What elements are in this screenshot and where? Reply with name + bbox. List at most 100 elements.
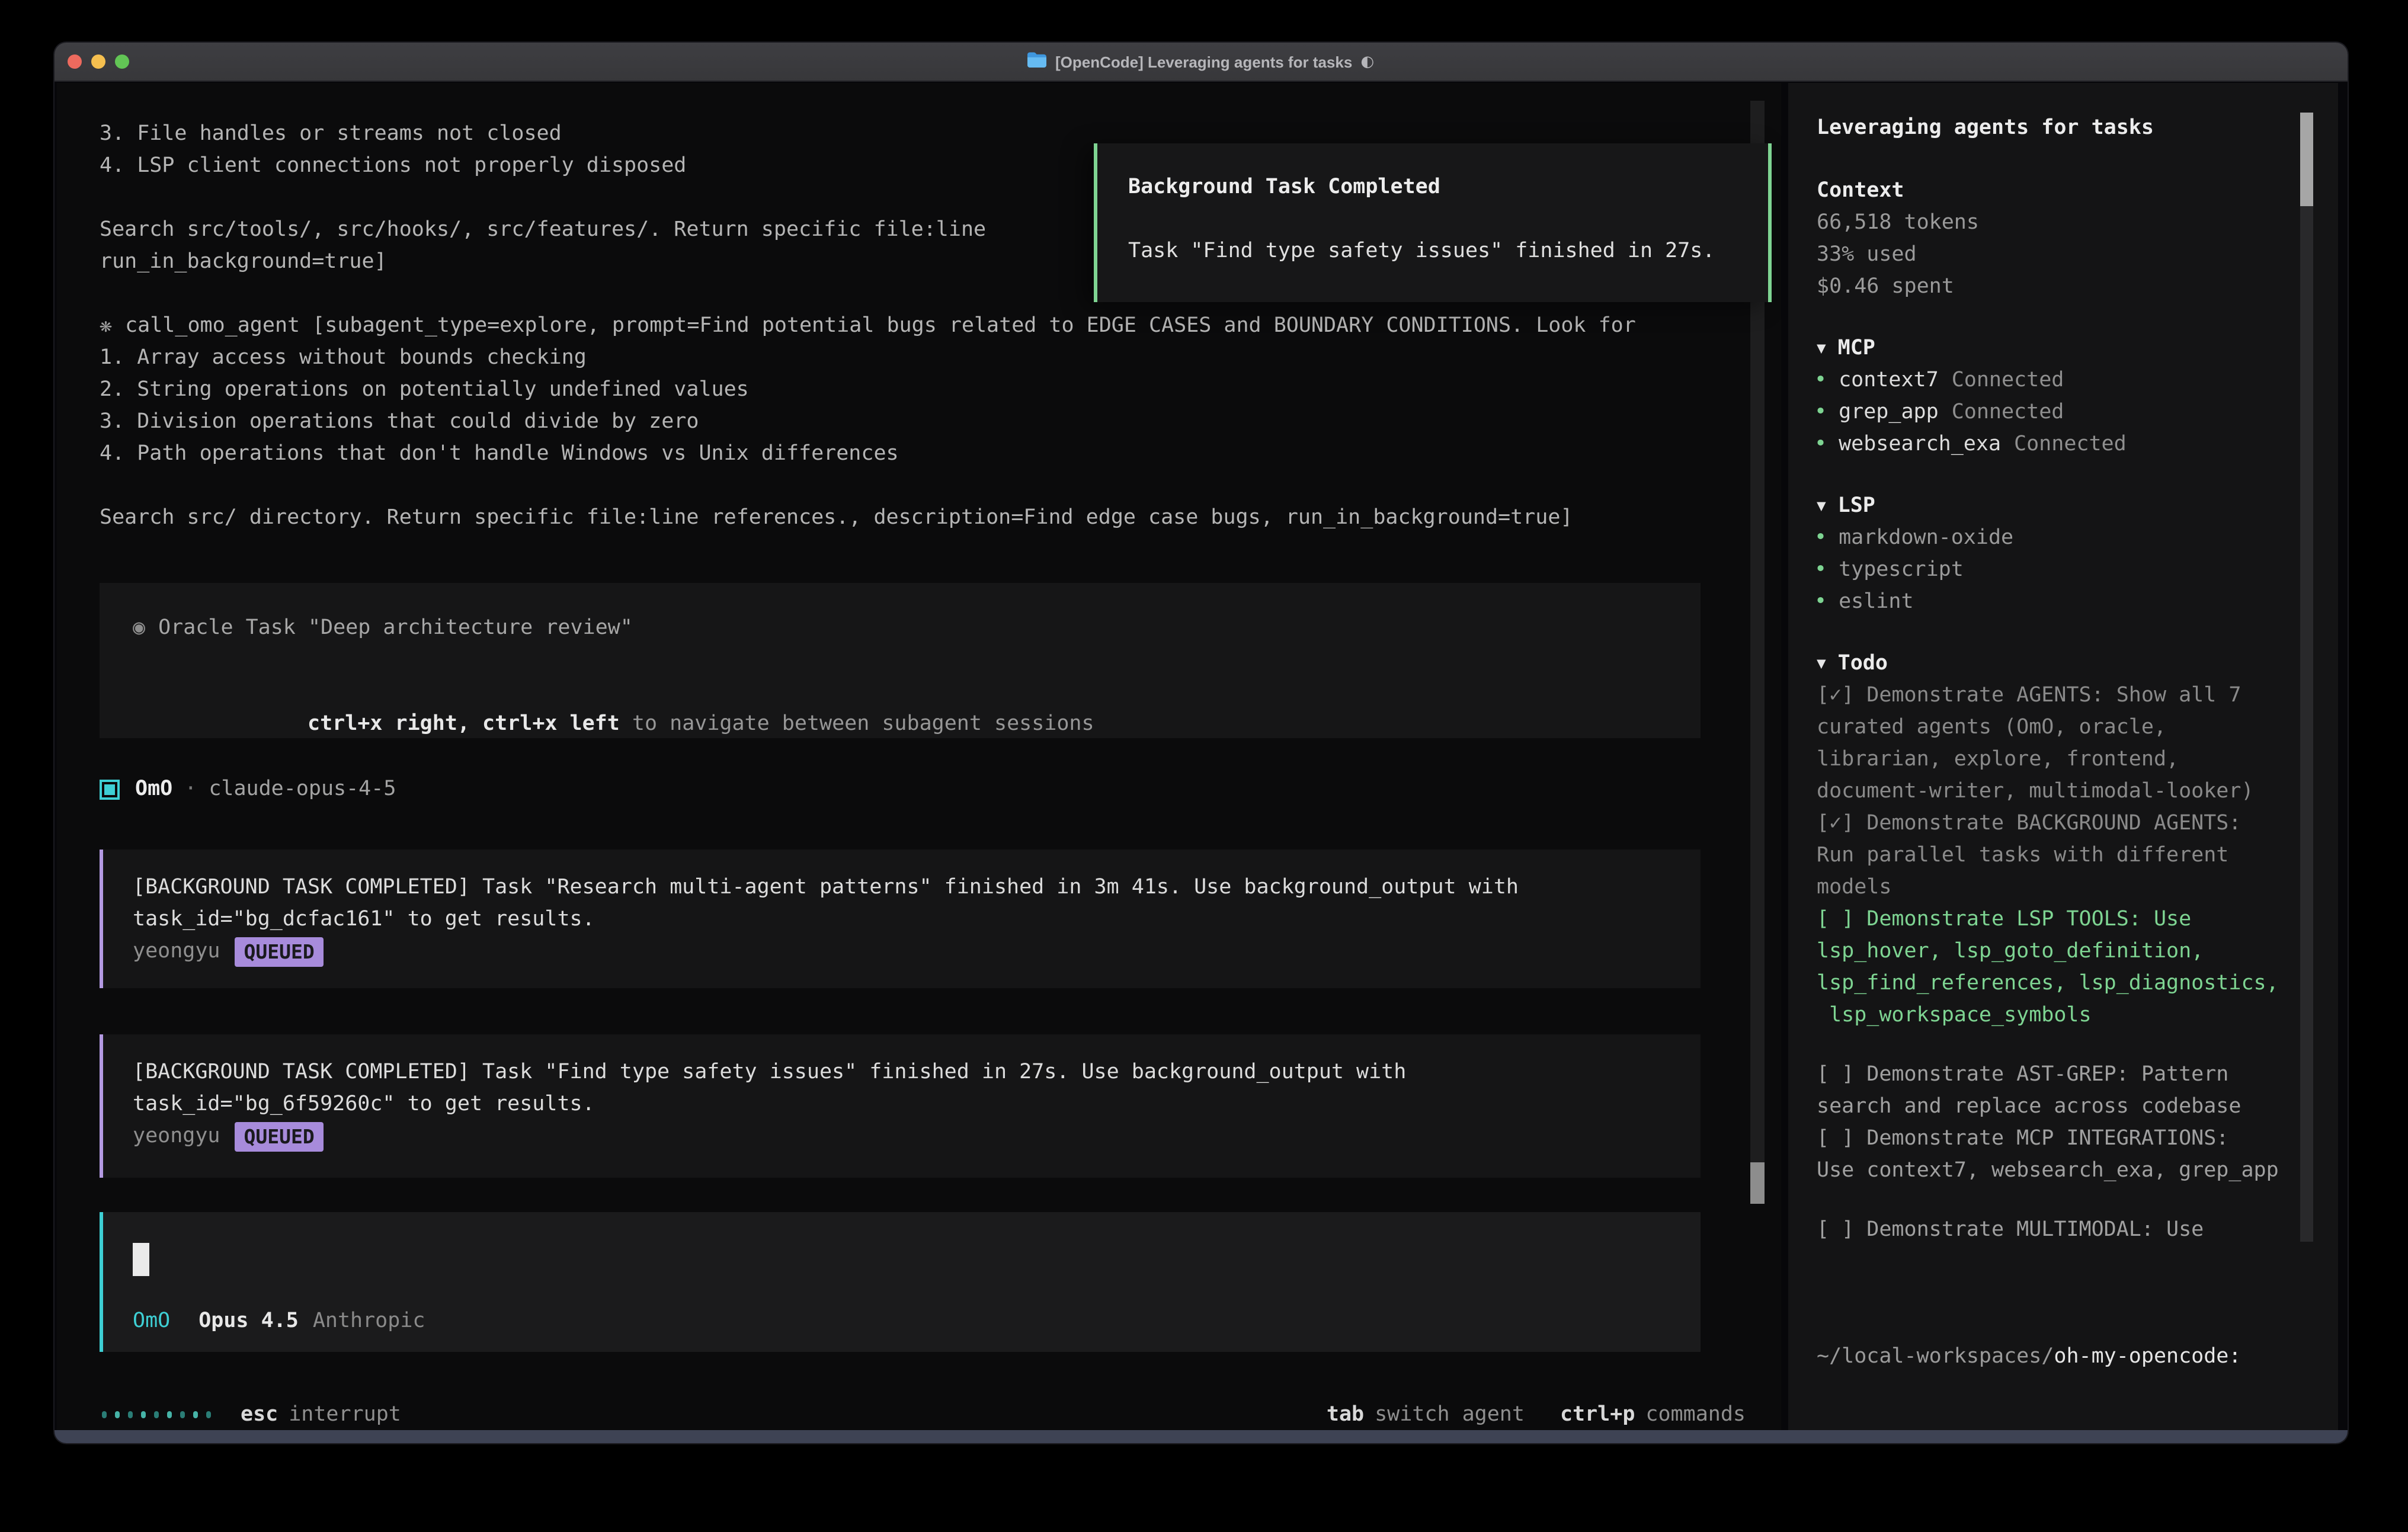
- todo-item-done: [✓] Demonstrate AGENTS: Show all 7 curat…: [1817, 680, 2314, 808]
- agent-swatch-icon: [100, 780, 120, 800]
- tab-key-hint: tab: [1327, 1402, 1364, 1426]
- agent-name: OmO: [135, 774, 172, 806]
- session-title: Leveraging agents for tasks: [1817, 113, 2314, 145]
- tool-call-block: ❋ call_omo_agent [subagent_type=explore,…: [100, 310, 1701, 534]
- mcp-item: • context7 Connected: [1817, 365, 2314, 397]
- lsp-item: • eslint: [1817, 586, 2314, 618]
- message-meta: yeongyu QUEUED: [133, 1121, 1667, 1153]
- todo-line: lsp_find_references, lsp_diagnostics,: [1817, 968, 2314, 1000]
- spinner-dots-icon: [102, 1411, 219, 1418]
- commands-key-label: commands: [1645, 1402, 1746, 1426]
- oracle-task-title: Oracle Task "Deep architecture review": [158, 613, 633, 645]
- section-mcp[interactable]: ▼ MCP: [1817, 333, 2314, 365]
- bullet-icon: •: [1814, 365, 1827, 397]
- screen: [OpenCode] Leveraging agents for tasks ◐…: [0, 0, 2408, 1532]
- agent-model: claude-opus-4-5: [209, 774, 396, 806]
- app-window: [OpenCode] Leveraging agents for tasks ◐…: [55, 43, 2348, 1443]
- main-scrollbar-thumb[interactable]: [1750, 1162, 1765, 1204]
- message-author: yeongyu: [133, 1121, 220, 1153]
- hint-keys: ctrl+x right, ctrl+x left: [308, 712, 620, 736]
- bullet-icon: •: [1814, 523, 1827, 555]
- todo-item-pending: [ ] Demonstrate MCP INTEGRATIONS: Use co…: [1817, 1123, 2314, 1187]
- terminal-line: Search src/ directory. Return specific f…: [100, 502, 1701, 534]
- section-lsp[interactable]: ▼ LSP: [1817, 491, 2314, 523]
- status-badge: QUEUED: [235, 1122, 324, 1152]
- prompt-input[interactable]: OmO Opus 4.5 Anthropic: [100, 1212, 1701, 1352]
- window-title-group: [OpenCode] Leveraging agents for tasks ◐: [55, 43, 2348, 81]
- tab-key-group: tab switch agent: [1327, 1402, 1525, 1426]
- terminal-line: 3. Division operations that could divide…: [100, 406, 1701, 438]
- mcp-heading: MCP: [1838, 333, 1875, 365]
- todo-line: curated agents (OmO, oracle,: [1817, 712, 2314, 744]
- todo-item-active: [ ] Demonstrate LSP TOOLS: Use lsp_hover…: [1817, 904, 2314, 1032]
- folder-icon: [1028, 52, 1047, 71]
- chevron-down-icon: ▼: [1817, 333, 1826, 365]
- todo-line: lsp_workspace_symbols: [1817, 1000, 2314, 1032]
- tool-call-text: call_omo_agent [subagent_type=explore, p…: [125, 310, 1636, 342]
- window-title: [OpenCode] Leveraging agents for tasks: [1055, 53, 1352, 70]
- context-spent: $0.46 spent: [1817, 271, 2314, 303]
- esc-key-label: interrupt: [289, 1402, 401, 1426]
- todo-heading: Todo: [1838, 648, 1888, 680]
- lsp-item: • typescript: [1817, 555, 2314, 586]
- commands-key-group: ctrl+p commands: [1560, 1402, 1746, 1426]
- todo-line: librarian, explore, frontend,: [1817, 744, 2314, 776]
- workspace-repo: oh-my-opencode:: [2054, 1345, 2241, 1368]
- workspace-prefix: ~/local-workspaces/: [1817, 1345, 2054, 1368]
- hint-text: to navigate between subagent sessions: [620, 712, 1094, 736]
- status-bar: esc interrupt tab switch agent ctrl+p co…: [102, 1398, 1746, 1430]
- oracle-task-title-row: ◉ Oracle Task "Deep architecture review": [133, 613, 1667, 645]
- todo-line: lsp_hover, lsp_goto_definition,: [1817, 936, 2314, 968]
- todo-line: [ ] Demonstrate MULTIMODAL: Use: [1817, 1214, 2314, 1246]
- message-meta: yeongyu QUEUED: [133, 936, 1667, 968]
- bullet-icon: •: [1814, 429, 1827, 461]
- sidebar-scrollbar[interactable]: [2300, 113, 2313, 1242]
- status-badge: QUEUED: [235, 937, 324, 967]
- text-cursor: [133, 1243, 149, 1276]
- todo-line: Use context7, websearch_exa, grep_app: [1817, 1155, 2314, 1187]
- todo-item-done: [✓] Demonstrate BACKGROUND AGENTS: Run p…: [1817, 808, 2314, 904]
- context-tokens: 66,518 tokens: [1817, 207, 2314, 239]
- window-content: 3. File handles or streams not closed 4.…: [55, 83, 2348, 1430]
- input-model-name: Opus 4.5: [198, 1306, 299, 1338]
- lsp-name: eslint: [1839, 586, 1913, 618]
- message-line: task_id="bg_dcfac161" to get results.: [133, 904, 1667, 936]
- notification-title: Background Task Completed: [1128, 172, 1737, 204]
- esc-key-hint: esc: [241, 1402, 278, 1426]
- gear-icon: ❋: [100, 310, 112, 342]
- notification-body: Task "Find type safety issues" finished …: [1128, 236, 1737, 268]
- tool-call-header: ❋ call_omo_agent [subagent_type=explore,…: [100, 310, 1701, 342]
- message-line: [BACKGROUND TASK COMPLETED] Task "Resear…: [133, 872, 1667, 904]
- lsp-item: • markdown-oxide: [1817, 523, 2314, 555]
- section-todo[interactable]: ▼ Todo: [1817, 648, 2314, 680]
- bullet-icon: •: [1814, 586, 1827, 618]
- model-indicator: OmO Opus 4.5 Anthropic: [133, 1306, 1667, 1338]
- background-task-message: [BACKGROUND TASK COMPLETED] Task "Resear…: [100, 850, 1701, 988]
- oracle-task-card: ◉ Oracle Task "Deep architecture review"…: [100, 583, 1701, 738]
- chevron-down-icon: ▼: [1817, 491, 1826, 523]
- session-sidebar: Leveraging agents for tasks Context 66,5…: [1788, 83, 2338, 1430]
- workspace-path: ~/local-workspaces/oh-my-opencode: maste…: [1817, 1277, 2314, 1430]
- input-agent-name: OmO: [133, 1306, 170, 1338]
- lsp-name: typescript: [1839, 555, 1964, 586]
- mcp-name: grep_app: [1839, 397, 1939, 429]
- todo-line: search and replace across codebase: [1817, 1091, 2314, 1123]
- message-author: yeongyu: [133, 936, 220, 968]
- context-used: 33% used: [1817, 239, 2314, 271]
- background-task-message: [BACKGROUND TASK COMPLETED] Task "Find t…: [100, 1034, 1701, 1178]
- todo-line: [✓] Demonstrate AGENTS: Show all 7: [1817, 680, 2314, 712]
- message-line: [BACKGROUND TASK COMPLETED] Task "Find t…: [133, 1057, 1667, 1089]
- agent-session-header: OmO · claude-opus-4-5: [100, 774, 1701, 806]
- terminal-line: 4. Path operations that don't handle Win…: [100, 438, 1701, 470]
- progress-icon: ◐: [1360, 53, 1374, 70]
- toast-notification: Background Task Completed Task "Find typ…: [1094, 143, 1772, 302]
- mcp-status: Connected: [2014, 429, 2127, 461]
- sidebar-scrollbar-thumb[interactable]: [2300, 113, 2313, 206]
- mcp-item: • grep_app Connected: [1817, 397, 2314, 429]
- mcp-name: websearch_exa: [1839, 429, 2001, 461]
- todo-line: document-writer, multimodal-looker): [1817, 776, 2314, 808]
- mcp-item: • websearch_exa Connected: [1817, 429, 2314, 461]
- todo-line: Run parallel tasks with different: [1817, 840, 2314, 872]
- context-heading: Context: [1817, 175, 2314, 207]
- window-bottom-edge: [55, 1430, 2348, 1443]
